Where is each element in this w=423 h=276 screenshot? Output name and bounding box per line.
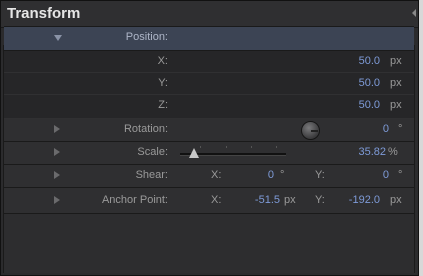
position-x-row: X: 50.0 px [4, 51, 414, 73]
shear-x-unit: ° [280, 169, 285, 181]
anchor-y-unit: px [390, 194, 402, 206]
shear-y-unit: ° [398, 169, 403, 181]
scale-slider-handle[interactable] [188, 148, 199, 158]
rotation-row[interactable]: Rotation: 0 ° [4, 119, 414, 142]
position-y-value[interactable]: 50.0 [359, 77, 380, 89]
scale-label: Scale: [137, 146, 168, 158]
position-z-value[interactable]: 50.0 [359, 99, 380, 111]
rotation-unit: ° [398, 123, 403, 135]
anchor-point-row[interactable]: Anchor Point: X: -51.5 px Y: -192.0 px [4, 188, 414, 214]
scale-value[interactable]: 35.82 [358, 146, 386, 158]
shear-label: Shear: [135, 169, 168, 181]
disclosure-triangle-down-icon[interactable] [54, 35, 62, 41]
disclosure-triangle-right-icon[interactable] [54, 196, 60, 204]
position-y-unit: px [390, 77, 402, 89]
rotation-label: Rotation: [123, 123, 168, 135]
scale-row[interactable]: Scale: 35.82 % [4, 142, 414, 165]
position-y-label: Y: [158, 77, 168, 89]
panel-title: Transform [7, 5, 81, 22]
rotation-dial[interactable] [301, 121, 320, 140]
panel-header[interactable]: Transform [1, 1, 418, 28]
shear-y-value[interactable]: 0 [383, 169, 389, 181]
transform-panel: Transform Position: X: 50.0 px Y: 50.0 p… [0, 0, 419, 276]
shear-x-value[interactable]: 0 [268, 169, 274, 181]
scale-unit: % [388, 146, 398, 158]
disclosure-triangle-right-icon[interactable] [54, 171, 60, 179]
position-x-unit: px [390, 55, 402, 67]
position-row[interactable]: Position: [4, 26, 414, 51]
disclosure-triangle-right-icon[interactable] [54, 148, 60, 156]
collapse-arrow-icon[interactable] [412, 9, 416, 17]
rotation-value[interactable]: 0 [383, 123, 389, 135]
anchor-y-value[interactable]: -192.0 [349, 194, 380, 206]
position-x-value[interactable]: 50.0 [359, 55, 380, 67]
position-z-row: Z: 50.0 px [4, 95, 414, 119]
position-label: Position: [125, 31, 168, 43]
shear-y-label: Y: [315, 169, 325, 181]
position-z-unit: px [390, 99, 402, 111]
position-z-label: Z: [158, 99, 168, 111]
position-x-label: X: [157, 55, 168, 67]
anchor-x-label: X: [211, 194, 222, 206]
dial-indicator-icon [311, 130, 318, 132]
anchor-x-value[interactable]: -51.5 [255, 194, 280, 206]
anchor-x-unit: px [284, 194, 296, 206]
anchor-y-label: Y: [315, 194, 325, 206]
position-y-row: Y: 50.0 px [4, 73, 414, 95]
disclosure-triangle-right-icon[interactable] [54, 125, 60, 133]
anchor-point-label: Anchor Point: [101, 194, 168, 206]
shear-x-label: X: [211, 169, 222, 181]
transform-parameters: Position: X: 50.0 px Y: 50.0 px Z: 50.0 … [3, 26, 415, 273]
shear-row[interactable]: Shear: X: 0 ° Y: 0 ° [4, 165, 414, 188]
